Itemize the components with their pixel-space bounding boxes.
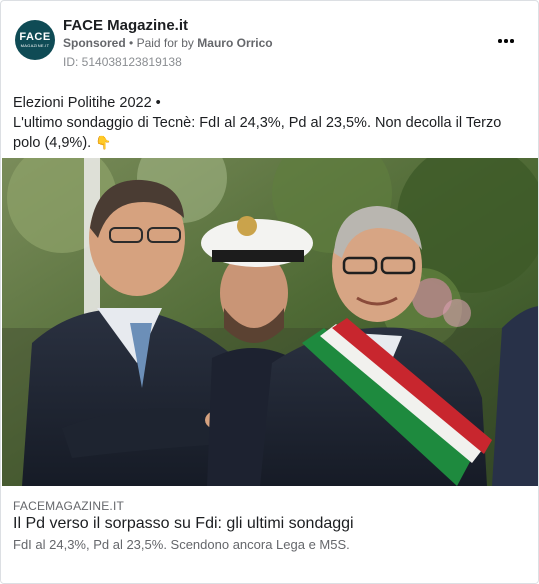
- ad-card: FACE MAGAZINE.IT FACE Magazine.it Sponso…: [0, 0, 539, 584]
- post-body: Elezioni Politihe 2022 • L'ultimo sondag…: [13, 93, 528, 153]
- link-domain: FACEMAGAZINE.IT: [13, 499, 125, 513]
- ad-id: ID: 514038123819138: [63, 55, 182, 69]
- meta-separator: •: [129, 36, 134, 50]
- payer-name[interactable]: Mauro Orrico: [197, 36, 272, 50]
- more-options-button[interactable]: [492, 31, 520, 51]
- more-dot: [510, 39, 514, 43]
- link-description: FdI al 24,3%, Pd al 23,5%. Scendono anco…: [13, 537, 350, 552]
- pointing-down-icon: 👇: [95, 135, 112, 150]
- more-horizontal-icon: [498, 39, 502, 43]
- link-preview[interactable]: FACEMAGAZINE.IT Il Pd verso il sorpasso …: [1, 486, 538, 583]
- body-line-2: L'ultimo sondaggio di Tecnè: FdI al 24,3…: [13, 115, 502, 151]
- post-header: FACE MAGAZINE.IT FACE Magazine.it Sponso…: [13, 17, 526, 75]
- paid-for-prefix: Paid for by: [136, 36, 194, 50]
- ad-image[interactable]: [2, 158, 538, 486]
- photo-illustration: [2, 158, 538, 486]
- page-avatar[interactable]: FACE MAGAZINE.IT: [15, 20, 55, 60]
- page-name-link[interactable]: FACE Magazine.it: [63, 17, 188, 34]
- logo-subtext: MAGAZINE.IT: [20, 43, 50, 48]
- link-headline[interactable]: Il Pd verso il sorpasso su Fdi: gli ulti…: [13, 515, 354, 533]
- body-line-1: Elezioni Politihe 2022 •: [13, 95, 161, 111]
- sponsored-meta: Sponsored • Paid for by Mauro Orrico: [63, 36, 273, 50]
- logo-text: FACE: [19, 31, 51, 43]
- sponsored-label: Sponsored: [63, 36, 126, 50]
- more-dot: [504, 39, 508, 43]
